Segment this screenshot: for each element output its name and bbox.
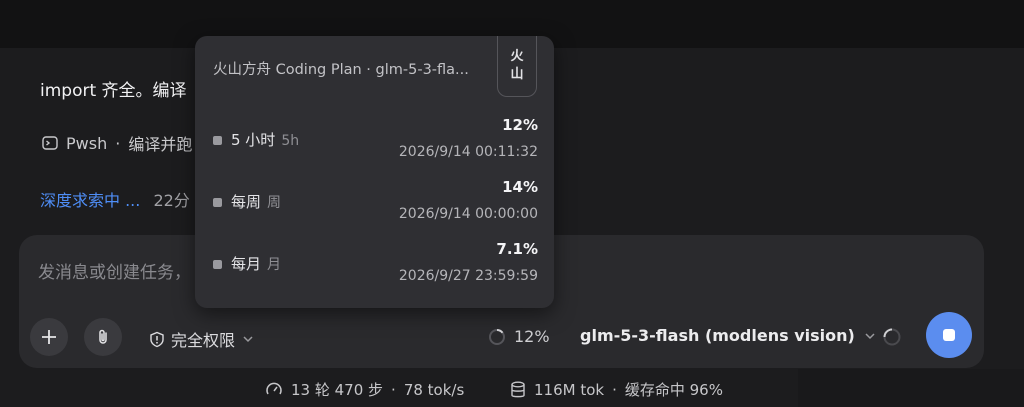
search-status: 深度求索中 ... 22分 xyxy=(40,187,190,211)
tokens-stat: 116M tok · 缓存命中 96% xyxy=(510,379,723,400)
quota-label-sub: 周 xyxy=(267,195,282,211)
spinner-icon xyxy=(882,327,902,351)
provider-badge-char: 山 xyxy=(510,67,524,82)
plus-icon xyxy=(42,330,56,344)
search-time: 22分 xyxy=(153,191,190,210)
chevron-down-icon xyxy=(865,332,875,339)
quota-bullet xyxy=(213,136,222,145)
quota-reset-time: 2026/9/27 23:59:59 xyxy=(398,268,538,284)
stat-separator: · xyxy=(391,380,396,399)
stop-button[interactable] xyxy=(926,312,972,358)
model-name: glm-5-3-flash (modlens vision) xyxy=(580,326,855,345)
quota-label-sub: 5h xyxy=(281,133,300,149)
chevron-down-icon xyxy=(243,336,253,343)
search-link[interactable]: 深度求索中 ... xyxy=(40,191,140,210)
token-speed: 78 tok/s xyxy=(403,380,465,399)
gauge-icon xyxy=(266,382,282,394)
stat-separator: · xyxy=(612,380,617,399)
quota-percent: 7.1% xyxy=(496,240,538,258)
quota-row-weekly: 每周周 14% 2026/9/14 00:00:00 xyxy=(213,178,538,228)
shield-icon xyxy=(150,331,164,347)
quota-bullet xyxy=(213,260,222,269)
permission-label: 完全权限 xyxy=(171,331,236,350)
steps-stat: 13 轮 470 步 · 78 tok/s xyxy=(265,379,464,400)
progress-ring-icon xyxy=(489,328,505,345)
quota-row-5h: 5 小时 5h 12% 2026/9/14 00:11:32 xyxy=(213,116,538,166)
attach-button[interactable] xyxy=(84,318,122,356)
quota-row-monthly: 每月月 7.1% 2026/9/27 23:59:59 xyxy=(213,240,538,290)
corner-shade xyxy=(798,369,1024,407)
terminal-icon xyxy=(42,135,58,151)
database-icon xyxy=(511,381,525,397)
context-usage[interactable]: 12% xyxy=(488,327,550,346)
provider-badge[interactable]: 火 山 xyxy=(497,36,537,97)
token-total: 116M tok xyxy=(534,380,605,399)
add-button[interactable] xyxy=(30,318,68,356)
tool-name: Pwsh xyxy=(66,133,108,153)
quota-label: 5 小时 5h xyxy=(231,129,299,150)
usage-percent: 12% xyxy=(514,327,550,346)
tool-separator: · xyxy=(115,133,121,153)
quota-label: 每月月 xyxy=(231,253,281,274)
message-text: import 齐全。编译 xyxy=(40,81,187,101)
quota-percent: 12% xyxy=(502,116,538,134)
steps-count: 13 轮 470 步 xyxy=(291,381,384,399)
permission-selector[interactable]: 完全权限 xyxy=(149,327,255,351)
quota-popup: 火山方舟 Coding Plan · glm-5-3-fla... 火 山 5 … xyxy=(195,36,554,308)
quota-label-text: 每周 xyxy=(231,193,262,211)
quota-label-text: 每月 xyxy=(231,255,262,273)
quota-bullet xyxy=(213,198,222,207)
quota-reset-time: 2026/9/14 00:11:32 xyxy=(398,144,538,160)
quota-label-sub: 月 xyxy=(267,257,282,273)
quota-label: 每周周 xyxy=(231,191,281,212)
message-input[interactable]: 发消息或创建任务， xyxy=(38,258,191,283)
quota-label-text: 5 小时 xyxy=(231,131,276,149)
quota-popup-title: 火山方舟 Coding Plan · glm-5-3-fla... xyxy=(213,62,469,78)
paperclip-icon xyxy=(99,329,107,344)
stop-icon xyxy=(943,329,955,341)
provider-badge-char: 火 xyxy=(510,49,524,64)
quota-percent: 14% xyxy=(502,178,538,196)
quota-reset-time: 2026/9/14 00:00:00 xyxy=(398,206,538,222)
cache-hit-rate: 缓存命中 96% xyxy=(624,381,723,399)
tool-call-line[interactable]: Pwsh · 编译并跑 xyxy=(42,131,192,155)
tool-summary: 编译并跑 xyxy=(128,135,193,154)
model-selector[interactable]: glm-5-3-flash (modlens vision) xyxy=(580,326,877,345)
